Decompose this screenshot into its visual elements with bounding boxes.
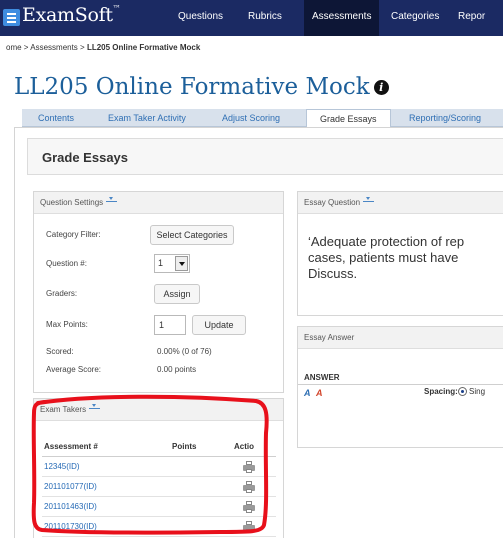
tab-contents[interactable]: Contents <box>38 109 74 127</box>
update-max-points-button[interactable]: Update <box>192 315 246 335</box>
table-row: 201101463(ID) <box>42 497 276 517</box>
table-row: 201101077(ID) <box>42 477 276 497</box>
answer-toolbar: A A Spacing: Sing <box>298 384 503 400</box>
question-number-label: Question #: <box>46 259 87 268</box>
collapse-toggle-icon[interactable] <box>106 197 118 206</box>
page-title: LL205 Online Formative Mock i <box>14 74 389 100</box>
actions-column-header: Actio <box>234 442 254 451</box>
scored-value: 0.00% (0 of 76) <box>157 347 212 356</box>
exam-takers-panel: Exam Takers Assessment # Points Actio 12… <box>33 398 284 538</box>
single-spacing-label: Sing <box>469 387 486 396</box>
essay-question-title: Essay Question <box>304 198 361 207</box>
max-points-input[interactable]: 1 <box>154 315 186 335</box>
tab-exam-taker-activity[interactable]: Exam Taker Activity <box>108 109 186 127</box>
table-row: 201101730(ID) <box>42 517 276 537</box>
exam-taker-link[interactable]: 201101463(ID) <box>44 502 97 511</box>
essay-question-header: Essay Question <box>298 192 503 214</box>
assign-graders-button[interactable]: Assign <box>154 284 200 304</box>
print-icon[interactable] <box>243 481 255 493</box>
question-settings-header: Question Settings <box>34 192 283 214</box>
top-nav-bar: ExamSoft™ Questions Rubrics Assessments … <box>0 0 503 36</box>
single-spacing-radio[interactable] <box>458 387 467 396</box>
question-number-select[interactable]: 1 <box>154 254 190 273</box>
print-icon[interactable] <box>243 501 255 513</box>
print-icon[interactable] <box>243 521 255 533</box>
logo-text: ExamSoft <box>22 4 113 26</box>
collapse-toggle-icon[interactable] <box>363 197 375 206</box>
max-points-label: Max Points: <box>46 320 88 329</box>
essay-question-text: ‘Adequate protection of rep cases, patie… <box>308 234 503 282</box>
points-column-header[interactable]: Points <box>172 442 196 451</box>
essay-answer-header: Essay Answer <box>298 327 503 349</box>
tab-grade-essays[interactable]: Grade Essays <box>306 109 391 127</box>
table-row: 12345(ID) <box>42 457 276 477</box>
print-icon[interactable] <box>243 461 255 473</box>
trademark-mark: ™ <box>112 4 121 13</box>
select-categories-button[interactable]: Select Categories <box>150 225 234 245</box>
tab-reporting-scoring[interactable]: Reporting/Scoring <box>409 109 481 127</box>
scored-label: Scored: <box>46 347 74 356</box>
font-size-down-icon[interactable]: A <box>316 388 323 398</box>
exam-takers-table-header: Assessment # Points Actio <box>42 437 276 457</box>
nav-rubrics[interactable]: Rubrics <box>248 11 282 22</box>
nav-categories[interactable]: Categories <box>391 11 439 22</box>
essay-answer-panel: Essay Answer ANSWER A A Spacing: Sing <box>297 326 503 448</box>
exam-taker-link[interactable]: 201101077(ID) <box>44 482 97 491</box>
graders-label: Graders: <box>46 289 78 298</box>
assessment-tabs: Contents Exam Taker Activity Adjust Scor… <box>22 109 503 127</box>
nav-assessments[interactable]: Assessments <box>304 0 380 36</box>
examsoft-logo[interactable]: ExamSoft™ <box>22 4 121 26</box>
grade-essays-content: Grade Essays Question Settings Category … <box>14 127 503 538</box>
chevron-down-icon[interactable] <box>175 256 188 271</box>
breadcrumb-trail[interactable]: ome > Assessments > <box>6 43 87 52</box>
breadcrumb: ome > Assessments > LL205 Online Formati… <box>6 43 200 52</box>
nav-questions[interactable]: Questions <box>178 11 223 22</box>
question-settings-title: Question Settings <box>40 198 104 207</box>
nav-reporting[interactable]: Repor <box>458 11 485 22</box>
spacing-label: Spacing: <box>424 387 458 396</box>
exam-taker-link[interactable]: 12345(ID) <box>44 462 80 471</box>
exam-takers-header: Exam Takers <box>34 399 283 421</box>
category-filter-label: Category Filter: <box>46 230 101 239</box>
question-number-value: 1 <box>158 258 164 268</box>
question-settings-panel: Question Settings Category Filter: Selec… <box>33 191 284 393</box>
exam-takers-title: Exam Takers <box>40 405 87 414</box>
tab-adjust-scoring[interactable]: Adjust Scoring <box>222 109 280 127</box>
essay-question-line: ‘Adequate protection of rep <box>308 234 465 249</box>
essay-question-line: cases, patients must have <box>308 250 459 265</box>
info-icon[interactable]: i <box>373 80 389 95</box>
exam-taker-link[interactable]: 201101730(ID) <box>44 522 97 531</box>
essay-answer-title: Essay Answer <box>304 333 355 342</box>
answer-label: ANSWER <box>304 373 340 382</box>
assessment-column-header[interactable]: Assessment # <box>44 442 98 451</box>
essay-question-line: Discuss. <box>308 266 358 281</box>
average-score-value: 0.00 points <box>157 365 197 374</box>
menu-icon[interactable] <box>3 9 20 26</box>
average-score-label: Average Score: <box>46 365 101 374</box>
breadcrumb-current: LL205 Online Formative Mock <box>86 43 201 52</box>
section-header: Grade Essays <box>27 138 503 175</box>
font-size-up-icon[interactable]: A <box>304 388 311 398</box>
essay-question-panel: Essay Question ‘Adequate protection of r… <box>297 191 503 316</box>
collapse-toggle-icon[interactable] <box>89 404 101 413</box>
section-title: Grade Essays <box>42 150 129 165</box>
page-title-text: LL205 Online Formative Mock <box>14 74 370 100</box>
